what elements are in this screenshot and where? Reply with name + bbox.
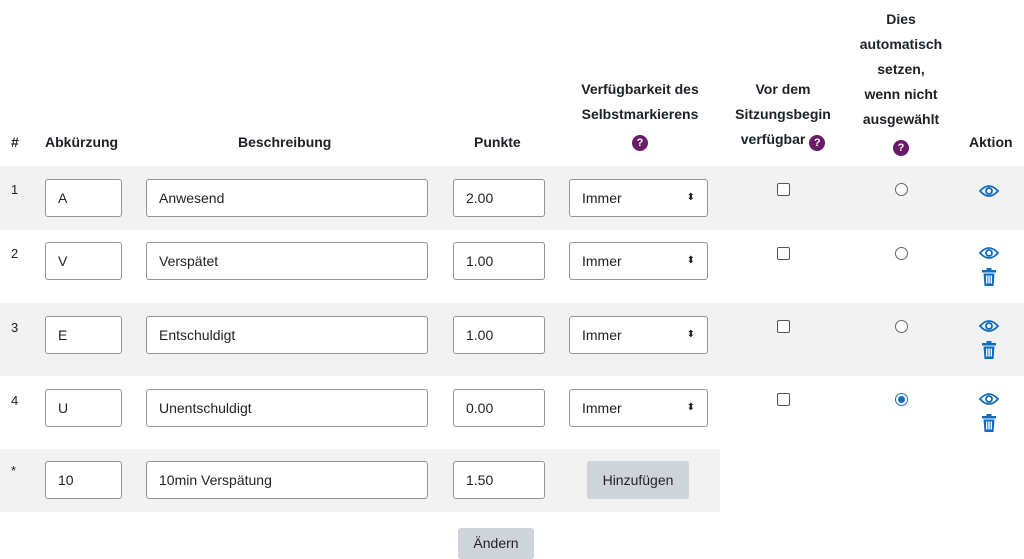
table-row: 2 V Verspätet 1.00 Immer ⬍	[0, 230, 1024, 303]
header-before-line3: verfügbar	[740, 131, 806, 147]
select-arrow-icon: ⬍	[686, 402, 695, 413]
description-input[interactable]: Anwesend	[146, 179, 428, 217]
trash-icon[interactable]	[981, 414, 997, 432]
availability-select[interactable]: Immer ⬍	[569, 242, 708, 280]
select-arrow-icon: ⬍	[686, 255, 695, 266]
header-before-session: Vor dem Sitzungsbegin verfügbar ?	[728, 80, 838, 151]
add-button[interactable]: Hinzufügen	[587, 461, 689, 499]
before-session-checkbox[interactable]	[777, 183, 790, 196]
abbreviation-input[interactable]: V	[45, 242, 122, 280]
availability-value: Immer	[582, 253, 622, 269]
header-points: Punkte	[474, 134, 521, 150]
description-input[interactable]: Verspätet	[146, 242, 428, 280]
row-number: 1	[11, 182, 19, 197]
auto-set-radio[interactable]	[895, 320, 908, 333]
header-before-line1: Vor dem	[755, 81, 811, 97]
abbreviation-input[interactable]: U	[45, 389, 122, 427]
abbreviation-input[interactable]: E	[45, 316, 122, 354]
header-availability-line2: Selbstmarkierens	[581, 106, 699, 122]
select-arrow-icon: ⬍	[686, 192, 695, 203]
auto-set-radio[interactable]	[895, 393, 908, 406]
trash-icon[interactable]	[981, 341, 997, 359]
select-arrow-icon: ⬍	[686, 329, 695, 340]
header-description: Beschreibung	[238, 134, 332, 150]
row-number: *	[11, 463, 17, 478]
table-row: 1 A Anwesend 2.00 Immer ⬍	[0, 166, 1024, 230]
availability-select[interactable]: Immer ⬍	[569, 179, 708, 217]
header-auto-set: Dies automatisch setzen, wenn nicht ausg…	[851, 10, 951, 156]
new-description-input[interactable]: 10min Verspätung	[146, 461, 428, 499]
availability-value: Immer	[582, 327, 622, 343]
row-number: 2	[11, 246, 19, 261]
eye-icon[interactable]	[979, 246, 999, 260]
trash-icon[interactable]	[981, 268, 997, 286]
table-row: 3 E Entschuldigt 1.00 Immer ⬍	[0, 303, 1024, 376]
header-availability-line1: Verfügbarkeit des	[581, 81, 699, 97]
auto-set-radio[interactable]	[895, 247, 908, 260]
availability-select[interactable]: Immer ⬍	[569, 389, 708, 427]
before-session-checkbox[interactable]	[777, 247, 790, 260]
header-availability: Verfügbarkeit des Selbstmarkierens ?	[570, 80, 710, 151]
new-row: * 10 10min Verspätung 1.50 Hinzufügen	[0, 449, 720, 512]
update-button[interactable]: Ändern	[458, 528, 534, 559]
new-points-input[interactable]: 1.50	[453, 461, 545, 499]
description-input[interactable]: Unentschuldigt	[146, 389, 428, 427]
availability-select[interactable]: Immer ⬍	[569, 316, 708, 354]
table-row: 4 U Unentschuldigt 0.00 Immer ⬍	[0, 376, 1024, 449]
new-abbreviation-input[interactable]: 10	[45, 461, 122, 499]
header-auto-line3: setzen,	[877, 61, 925, 77]
help-icon[interactable]: ?	[893, 140, 909, 156]
header-auto-line1: Dies	[886, 11, 916, 27]
availability-value: Immer	[582, 400, 622, 416]
abbreviation-input[interactable]: A	[45, 179, 122, 217]
auto-set-radio[interactable]	[895, 183, 908, 196]
header-auto-line2: automatisch	[859, 36, 943, 52]
row-number: 4	[11, 393, 19, 408]
header-before-line2: Sitzungsbegin	[735, 106, 831, 122]
help-icon[interactable]: ?	[809, 135, 826, 151]
header-num: #	[11, 134, 19, 150]
eye-icon[interactable]	[979, 392, 999, 406]
before-session-checkbox[interactable]	[777, 320, 790, 333]
header-abbreviation: Abkürzung	[45, 134, 119, 150]
eye-icon[interactable]	[979, 184, 999, 198]
availability-value: Immer	[582, 190, 622, 206]
before-session-checkbox[interactable]	[777, 393, 790, 406]
points-input[interactable]: 1.00	[453, 242, 545, 280]
header-auto-line4: wenn nicht	[864, 86, 938, 102]
help-icon[interactable]: ?	[632, 135, 648, 151]
points-input[interactable]: 1.00	[453, 316, 545, 354]
description-input[interactable]: Entschuldigt	[146, 316, 428, 354]
header-auto-line5: ausgewählt	[862, 111, 940, 127]
points-input[interactable]: 2.00	[453, 179, 545, 217]
eye-icon[interactable]	[979, 319, 999, 333]
header-action: Aktion	[969, 134, 1013, 150]
row-number: 3	[11, 320, 19, 335]
points-input[interactable]: 0.00	[453, 389, 545, 427]
